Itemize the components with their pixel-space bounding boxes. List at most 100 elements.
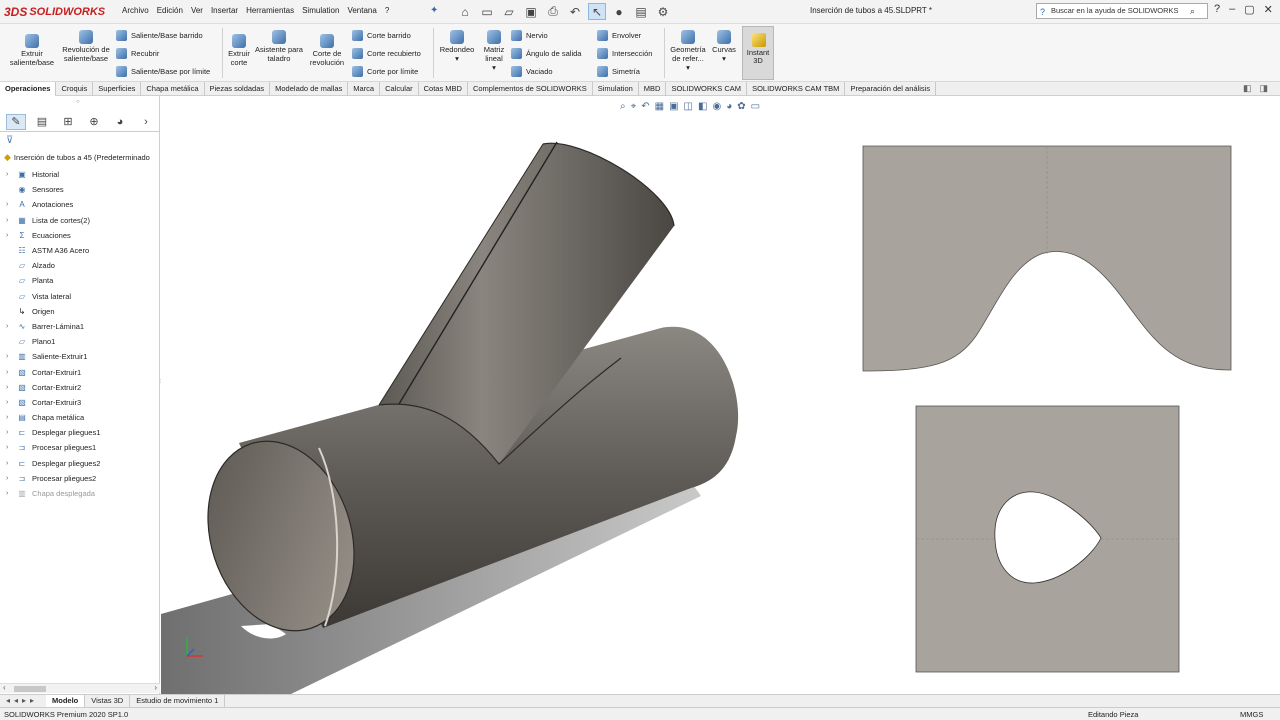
linear-pattern-button[interactable]: Matriz lineal ▾ — [480, 30, 508, 72]
tab-complementos[interactable]: Complementos de SOLIDWORKS — [468, 82, 593, 96]
tab-mbd[interactable]: MBD — [639, 82, 667, 96]
menu-ver[interactable]: Ver — [191, 6, 203, 15]
wrap-button[interactable]: Envolver — [597, 29, 641, 41]
tab-piezas-soldadas[interactable]: Piezas soldadas — [205, 82, 271, 96]
minimize-icon[interactable]: – — [1229, 3, 1235, 16]
expand-arrow-icon[interactable]: › — [6, 353, 16, 360]
tab-preparacion-analisis[interactable]: Preparación del análisis — [845, 82, 937, 96]
tree-item-desplegar-pliegues2[interactable]: › ⊏ Desplegar pliegues2 — [6, 456, 100, 471]
tab-superficies[interactable]: Superficies — [93, 82, 142, 96]
shell-button[interactable]: Vaciado — [511, 65, 553, 77]
extrude-boss-button[interactable]: Extruir saliente/base — [6, 34, 58, 67]
hole-wizard-button[interactable]: Asistente para taladro — [255, 30, 303, 63]
expand-arrow-icon[interactable]: › — [6, 444, 16, 451]
expand-arrow-icon[interactable]: › — [6, 490, 16, 497]
home-icon[interactable]: ⌂ — [456, 3, 474, 20]
expand-arrow-icon[interactable]: › — [6, 201, 16, 208]
tree-item-vista-lateral[interactable]: ▱ Vista lateral — [6, 289, 100, 304]
select-icon[interactable]: ↖ — [588, 3, 606, 20]
tree-root[interactable]: ◆ Inserción de tubos a 45 (Predeterminad… — [4, 152, 150, 163]
tree-item-chapa-metalica[interactable]: › ▤ Chapa metálica — [6, 410, 100, 425]
menu-simulation[interactable]: Simulation — [302, 6, 339, 15]
previous-view-icon[interactable]: ↶ — [641, 101, 649, 112]
expand-arrow-icon[interactable]: › — [6, 323, 16, 330]
tab-solidworks-cam-tbm[interactable]: SOLIDWORKS CAM TBM — [747, 82, 846, 96]
tab-cotas-mbd[interactable]: Cotas MBD — [419, 82, 468, 96]
tree-item-origen[interactable]: ↳ Origen — [6, 304, 100, 319]
draft-button[interactable]: Ángulo de salida — [511, 47, 581, 59]
feature-manager-tab-icon[interactable]: ✎ — [6, 113, 26, 130]
tree-item-alzado[interactable]: ▱ Alzado — [6, 258, 100, 273]
mirror-button[interactable]: Simetría — [597, 65, 640, 77]
view-orientation-icon[interactable]: ◫ — [684, 101, 693, 112]
expand-arrow-icon[interactable]: › — [6, 429, 16, 436]
graphics-area[interactable] — [161, 96, 1280, 694]
tree-item-plano1[interactable]: ▱ Plano1 — [6, 334, 100, 349]
tree-item-cortar-extruir1[interactable]: › ▧ Cortar-Extruir1 — [6, 364, 100, 379]
pane-splitter-icon[interactable]: ○ — [76, 99, 80, 105]
tree-item-material[interactable]: ☷ ASTM A36 Acero — [6, 243, 100, 258]
help-menu-icon[interactable]: ? — [1214, 3, 1220, 16]
expand-arrow-icon[interactable]: › — [6, 475, 16, 482]
file-properties-icon[interactable]: ▤ — [632, 3, 650, 20]
dimxpert-tab-icon[interactable]: ⊕ — [84, 114, 104, 130]
restore-icon[interactable]: ▢ — [1244, 3, 1254, 16]
instant3d-button[interactable]: Instant 3D — [742, 26, 774, 80]
traffic-light-icon[interactable]: ● — [610, 3, 628, 20]
scroll-right-icon[interactable]: › — [154, 683, 157, 692]
tree-item-desplegar-pliegues1[interactable]: › ⊏ Desplegar pliegues1 — [6, 425, 100, 440]
menu-ventana[interactable]: Ventana — [347, 6, 376, 15]
property-manager-tab-icon[interactable]: ▤ — [32, 114, 52, 130]
curves-button[interactable]: Curvas ▾ — [710, 30, 738, 63]
print-icon[interactable]: ⎙ — [544, 3, 562, 20]
lofted-cut-button[interactable]: Corte recubierto — [352, 47, 421, 59]
apply-scene-icon[interactable]: ✿ — [737, 101, 745, 112]
tree-item-procesar-pliegues1[interactable]: › ⊐ Procesar pliegues1 — [6, 440, 100, 455]
expand-arrow-icon[interactable]: › — [6, 369, 16, 376]
edit-appearance-icon[interactable]: ◕ — [726, 101, 732, 112]
maximize-pane-icon[interactable]: ◨ — [1259, 83, 1268, 94]
pattern-dropdown-icon[interactable]: ▾ — [492, 63, 496, 72]
undo-icon[interactable]: ↶ — [566, 3, 584, 20]
display-manager-tab-icon[interactable]: ◕ — [110, 114, 130, 130]
expand-arrow-icon[interactable]: › — [6, 399, 16, 406]
expand-arrow-icon[interactable]: › — [6, 460, 16, 467]
fillet-button[interactable]: Redondeo ▾ — [436, 30, 478, 63]
expand-arrow-icon[interactable]: › — [6, 232, 16, 239]
tab-marca[interactable]: Marca — [348, 82, 381, 96]
save-icon[interactable]: ▣ — [522, 3, 540, 20]
swept-cut-button[interactable]: Corte barrido — [352, 29, 411, 41]
tab-estudio-movimiento[interactable]: Estudio de movimiento 1 — [130, 695, 226, 707]
tab-calcular[interactable]: Calcular — [380, 82, 419, 96]
pin-icon[interactable]: ✦ — [430, 5, 438, 16]
reference-geometry-button[interactable]: Geometría de refer... ▾ — [667, 30, 709, 72]
section-view-icon[interactable]: ▦ — [655, 101, 664, 112]
expand-arrow-icon[interactable]: › — [6, 384, 16, 391]
tab-chapa-metalica[interactable]: Chapa metálica — [141, 82, 205, 96]
help-search-input[interactable]: ? Buscar en la ayuda de SOLIDWORKS ⌕ — [1036, 3, 1208, 19]
expand-arrow-icon[interactable]: › — [6, 217, 16, 224]
tab-navigation-icons[interactable]: ◂◂▸▸ — [6, 696, 38, 705]
tree-item-ecuaciones[interactable]: › Σ Ecuaciones — [6, 228, 100, 243]
tree-item-barrer-lamina[interactable]: › ∿ Barrer-Lámina1 — [6, 319, 100, 334]
menu-help[interactable]: ? — [385, 6, 389, 15]
curves-dropdown-icon[interactable]: ▾ — [722, 54, 726, 63]
tab-croquis[interactable]: Croquis — [56, 82, 94, 96]
zoom-to-area-icon[interactable]: ⌖ — [631, 101, 637, 112]
new-icon[interactable]: ▭ — [478, 3, 496, 20]
scrollbar-thumb[interactable] — [14, 686, 46, 692]
rib-button[interactable]: Nervio — [511, 29, 548, 41]
menu-edicion[interactable]: Edición — [157, 6, 183, 15]
menu-herramientas[interactable]: Herramientas — [246, 6, 294, 15]
expand-arrow-icon[interactable]: › — [6, 171, 16, 178]
fillet-dropdown-icon[interactable]: ▾ — [455, 54, 459, 63]
tree-item-planta[interactable]: ▱ Planta — [6, 273, 100, 288]
hide-show-icon[interactable]: ◉ — [712, 101, 721, 112]
options-gear-icon[interactable]: ⚙ — [654, 3, 672, 20]
tab-vistas-3d[interactable]: Vistas 3D — [85, 695, 131, 707]
boundary-cut-button[interactable]: Corte por límite — [352, 65, 418, 77]
solidworks-logo[interactable]: 3DS SOLIDWORKS — [4, 3, 105, 21]
dynamic-annotation-icon[interactable]: ▣ — [669, 101, 678, 112]
tab-modelado-mallas[interactable]: Modelado de mallas — [270, 82, 349, 96]
restore-pane-icon[interactable]: ◧ — [1243, 83, 1252, 94]
